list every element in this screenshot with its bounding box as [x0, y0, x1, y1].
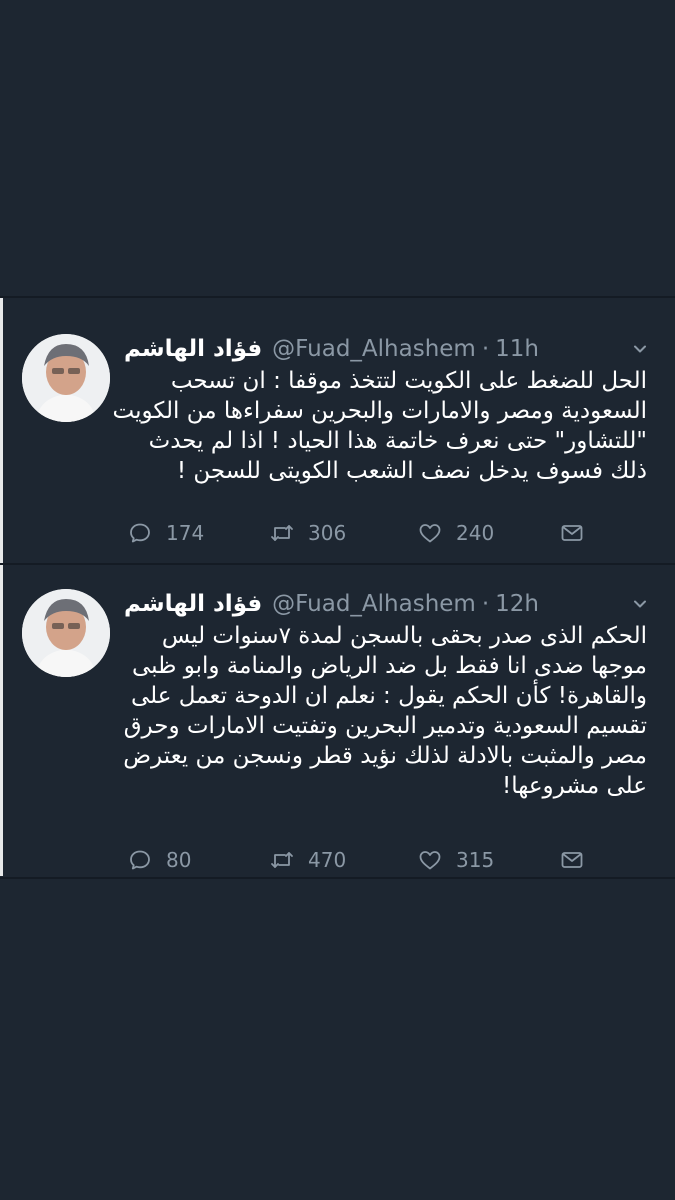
- timestamp[interactable]: 11h: [495, 336, 539, 362]
- author-name[interactable]: فؤاد الهاشم: [124, 336, 262, 362]
- bottom-divider: [0, 877, 675, 879]
- like-button[interactable]: 315: [418, 845, 494, 875]
- reply-icon: [130, 850, 150, 870]
- heart-icon: [419, 851, 441, 870]
- retweet-button[interactable]: 470: [270, 845, 346, 875]
- envelope-icon: [561, 852, 583, 868]
- separator-dot: ·: [481, 336, 490, 362]
- separator-dot: ·: [481, 591, 490, 617]
- retweet-icon: [271, 852, 293, 868]
- avatar[interactable]: [22, 589, 110, 677]
- tweet-text: الحل للضغط على الكويت لتتخذ موقفا : ان ت…: [112, 366, 647, 486]
- like-button[interactable]: 240: [418, 518, 494, 548]
- top-divider: [0, 296, 675, 298]
- tweet-text-line: تقسيم السعودية وتدمير البحرين وتفتيت الا…: [123, 713, 647, 739]
- tweet-header: فؤاد الهاشم @Fuad_Alhashem · 11h: [124, 330, 647, 368]
- reply-button[interactable]: 174: [128, 518, 204, 548]
- tweet-text-line: الحكم الذى صدر بحقى بالسجن لمدة ٧سنوات ل…: [161, 623, 647, 649]
- tweet-divider: [0, 563, 675, 565]
- tweet-text-line: السعودية ومصر والامارات والبحرين سفراءها…: [112, 398, 647, 424]
- heart-icon: [419, 524, 441, 543]
- reply-count: 80: [166, 848, 192, 872]
- like-count: 240: [456, 521, 495, 545]
- avatar[interactable]: [22, 334, 110, 422]
- tweet-text-line: على مشروعها!: [501, 773, 647, 799]
- author-handle[interactable]: @Fuad_Alhashem: [272, 591, 476, 617]
- tweet-text-line: ذلك فسوف يدخل نصف الشعب الكويتى للسجن !: [176, 458, 647, 484]
- retweet-count: 306: [308, 521, 347, 545]
- message-button[interactable]: [560, 845, 598, 875]
- timestamp[interactable]: 12h: [495, 591, 539, 617]
- reply-count: 174: [166, 521, 205, 545]
- tweet-actions: 174 306 240: [128, 518, 598, 548]
- tweet-text: الحكم الذى صدر بحقى بالسجن لمدة ٧سنوات ل…: [123, 621, 647, 801]
- message-button[interactable]: [560, 518, 598, 548]
- tweet-actions: 80 470 315: [128, 845, 598, 875]
- envelope-icon: [561, 525, 583, 541]
- like-count: 315: [456, 848, 495, 872]
- retweet-button[interactable]: 306: [270, 518, 346, 548]
- left-edge-bar: [0, 296, 3, 876]
- reply-button[interactable]: 80: [128, 845, 191, 875]
- chevron-down-icon[interactable]: [633, 342, 647, 356]
- retweet-count: 470: [308, 848, 347, 872]
- chevron-down-icon[interactable]: [633, 597, 647, 611]
- tweet-text-line: الحل للضغط على الكويت لتتخذ موقفا : ان ت…: [170, 368, 647, 394]
- tweet-text-line: "للتشاور" حتى نعرف خاتمة هذا الحياد ! اذ…: [148, 428, 647, 454]
- tweet-text-line: والقاهرة! كأن الحكم يقول : نعلم ان الدوح…: [130, 683, 647, 709]
- avatar-photo: [22, 589, 110, 677]
- author-name[interactable]: فؤاد الهاشم: [124, 591, 262, 617]
- tweet-text-line: موجها ضدى انا فقط بل ضد الرياض والمنامة …: [131, 653, 647, 679]
- retweet-icon: [271, 525, 293, 541]
- avatar-photo: [22, 334, 110, 422]
- tweet-text-line: مصر والمثبت بالادلة لذلك نؤيد قطر ونسجن …: [123, 743, 647, 769]
- author-handle[interactable]: @Fuad_Alhashem: [272, 336, 476, 362]
- tweet-header: فؤاد الهاشم @Fuad_Alhashem · 12h: [124, 585, 647, 623]
- reply-icon: [130, 523, 150, 543]
